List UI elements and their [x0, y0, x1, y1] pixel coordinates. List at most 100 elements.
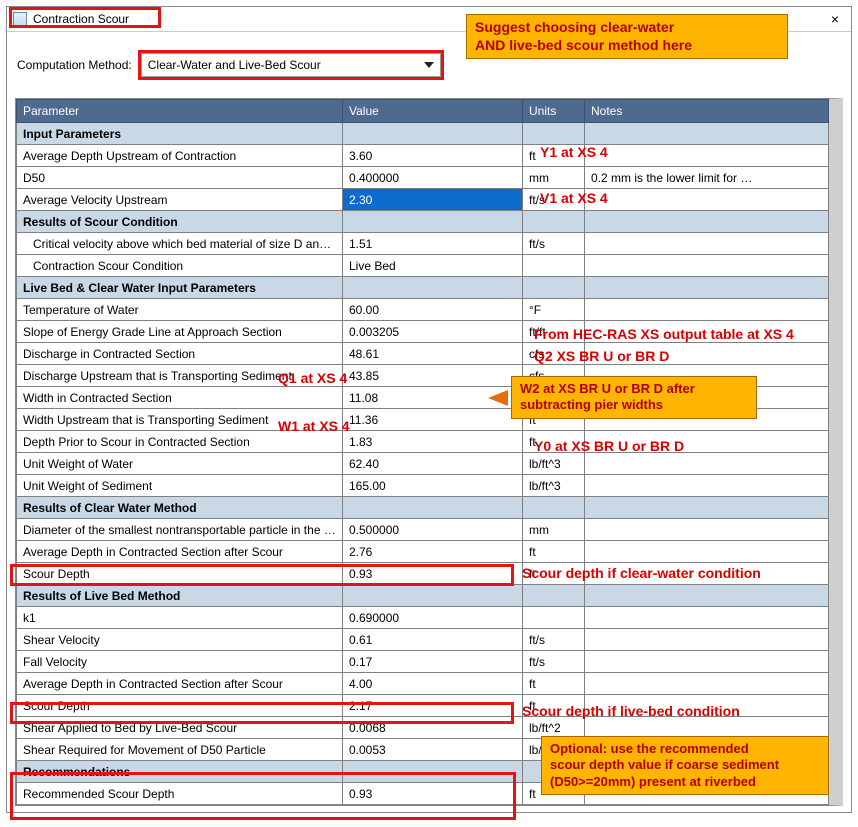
cell-parameter[interactable]: Unit Weight of Sediment	[17, 475, 343, 497]
table-row[interactable]: D500.400000mm0.2 mm is the lower limit f…	[17, 167, 829, 189]
table-row[interactable]: Scour Depth2.17ft	[17, 695, 829, 717]
cell-units[interactable]: lb/ft^3	[523, 453, 585, 475]
cell-notes[interactable]	[585, 761, 829, 783]
table-row[interactable]: Fall Velocity0.17ft/s	[17, 651, 829, 673]
cell-units[interactable]	[523, 255, 585, 277]
cell-units[interactable]: ft	[523, 145, 585, 167]
cell-value[interactable]	[343, 761, 523, 783]
cell-notes[interactable]	[585, 585, 829, 607]
cell-units[interactable]: ft/s	[523, 629, 585, 651]
cell-parameter[interactable]: Shear Velocity	[17, 629, 343, 651]
cell-units[interactable]: lb/ft^3	[523, 475, 585, 497]
cell-value[interactable]: 0.690000	[343, 607, 523, 629]
table-row[interactable]: Input Parameters	[17, 123, 829, 145]
cell-notes[interactable]	[585, 365, 829, 387]
cell-notes[interactable]	[585, 607, 829, 629]
cell-value[interactable]: 1.83	[343, 431, 523, 453]
cell-parameter[interactable]: Diameter of the smallest nontransportabl…	[17, 519, 343, 541]
cell-notes[interactable]	[585, 233, 829, 255]
table-row[interactable]: Temperature of Water60.00°F	[17, 299, 829, 321]
cell-notes[interactable]	[585, 255, 829, 277]
cell-value[interactable]	[343, 211, 523, 233]
cell-parameter[interactable]: Results of Live Bed Method	[17, 585, 343, 607]
cell-units[interactable]	[523, 607, 585, 629]
table-row[interactable]: Discharge in Contracted Section48.61cfs	[17, 343, 829, 365]
cell-parameter[interactable]: k1	[17, 607, 343, 629]
cell-units[interactable]	[523, 761, 585, 783]
cell-notes[interactable]	[585, 629, 829, 651]
cell-notes[interactable]	[585, 145, 829, 167]
cell-parameter[interactable]: Width Upstream that is Transporting Sedi…	[17, 409, 343, 431]
cell-parameter[interactable]: Recommended Scour Depth	[17, 783, 343, 805]
cell-units[interactable]: ft/ft	[523, 321, 585, 343]
cell-units[interactable]: cfs	[523, 365, 585, 387]
cell-units[interactable]: ft	[523, 695, 585, 717]
cell-units[interactable]: ft/s	[523, 233, 585, 255]
cell-parameter[interactable]: D50	[17, 167, 343, 189]
cell-units[interactable]: cfs	[523, 343, 585, 365]
cell-notes[interactable]	[585, 453, 829, 475]
table-row[interactable]: Recommended Scour Depth0.93ft	[17, 783, 829, 805]
table-row[interactable]: Slope of Energy Grade Line at Approach S…	[17, 321, 829, 343]
table-row[interactable]: Shear Applied to Bed by Live-Bed Scour0.…	[17, 717, 829, 739]
cell-notes[interactable]: 0.2 mm is the lower limit for …	[585, 167, 829, 189]
table-row[interactable]: Results of Clear Water Method	[17, 497, 829, 519]
table-row[interactable]: Average Velocity Upstream2.30ft/s	[17, 189, 829, 211]
cell-value[interactable]: 0.0068	[343, 717, 523, 739]
cell-value[interactable]: 0.93	[343, 563, 523, 585]
cell-parameter[interactable]: Critical velocity above which bed materi…	[17, 233, 343, 255]
cell-value[interactable]	[343, 277, 523, 299]
cell-value[interactable]: 0.93	[343, 783, 523, 805]
table-row[interactable]: Unit Weight of Sediment165.00lb/ft^3	[17, 475, 829, 497]
cell-parameter[interactable]: Input Parameters	[17, 123, 343, 145]
cell-units[interactable]	[523, 497, 585, 519]
cell-value[interactable]: 4.00	[343, 673, 523, 695]
cell-parameter[interactable]: Shear Applied to Bed by Live-Bed Scour	[17, 717, 343, 739]
cell-units[interactable]: ft	[523, 431, 585, 453]
cell-notes[interactable]	[585, 475, 829, 497]
cell-value[interactable]: 1.51	[343, 233, 523, 255]
cell-parameter[interactable]: Shear Required for Movement of D50 Parti…	[17, 739, 343, 761]
table-row[interactable]: Depth Prior to Scour in Contracted Secti…	[17, 431, 829, 453]
cell-value[interactable]: 0.61	[343, 629, 523, 651]
cell-value[interactable]	[343, 585, 523, 607]
cell-value[interactable]: 0.17	[343, 651, 523, 673]
col-parameter[interactable]: Parameter	[17, 100, 343, 123]
cell-notes[interactable]	[585, 541, 829, 563]
cell-notes[interactable]	[585, 189, 829, 211]
cell-notes[interactable]	[585, 211, 829, 233]
cell-value[interactable]: 0.500000	[343, 519, 523, 541]
cell-units[interactable]: mm	[523, 519, 585, 541]
cell-parameter[interactable]: Width in Contracted Section	[17, 387, 343, 409]
table-row[interactable]: Shear Required for Movement of D50 Parti…	[17, 739, 829, 761]
cell-value[interactable]: 62.40	[343, 453, 523, 475]
cell-value[interactable]: 43.85	[343, 365, 523, 387]
cell-notes[interactable]	[585, 673, 829, 695]
cell-units[interactable]: °F	[523, 299, 585, 321]
cell-value[interactable]	[343, 123, 523, 145]
titlebar[interactable]: Contraction Scour ×	[7, 7, 851, 32]
cell-parameter[interactable]: Results of Clear Water Method	[17, 497, 343, 519]
table-row[interactable]: Recommendations	[17, 761, 829, 783]
cell-notes[interactable]	[585, 321, 829, 343]
cell-value[interactable]: 60.00	[343, 299, 523, 321]
table-row[interactable]: Results of Scour Condition	[17, 211, 829, 233]
cell-value[interactable]: 2.76	[343, 541, 523, 563]
cell-notes[interactable]	[585, 783, 829, 805]
cell-value[interactable]: Live Bed	[343, 255, 523, 277]
cell-units[interactable]	[523, 277, 585, 299]
cell-notes[interactable]	[585, 739, 829, 761]
table-row[interactable]: Average Depth in Contracted Section afte…	[17, 541, 829, 563]
cell-units[interactable]	[523, 585, 585, 607]
cell-notes[interactable]	[585, 717, 829, 739]
cell-units[interactable]: ft	[523, 563, 585, 585]
table-row[interactable]: Unit Weight of Water62.40lb/ft^3	[17, 453, 829, 475]
table-row[interactable]: k10.690000	[17, 607, 829, 629]
cell-units[interactable]: lb/ft^2	[523, 717, 585, 739]
cell-notes[interactable]	[585, 497, 829, 519]
cell-parameter[interactable]: Results of Scour Condition	[17, 211, 343, 233]
cell-parameter[interactable]: Average Velocity Upstream	[17, 189, 343, 211]
cell-units[interactable]: ft/s	[523, 189, 585, 211]
cell-parameter[interactable]: Fall Velocity	[17, 651, 343, 673]
cell-units[interactable]: ft	[523, 409, 585, 431]
